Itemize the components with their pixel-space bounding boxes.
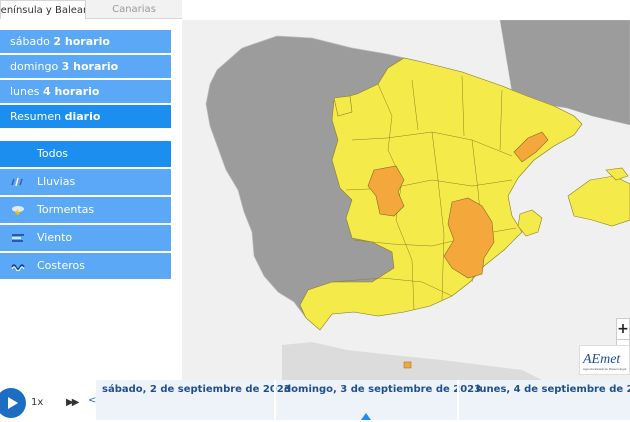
warnings-map[interactable]: + − xyxy=(182,20,630,380)
date-separator xyxy=(274,380,276,420)
day-label-bold: 2 horario xyxy=(53,35,110,48)
play-button[interactable] xyxy=(0,388,26,418)
day-item-monday[interactable]: lunes 4 horario xyxy=(0,80,171,103)
category-lluvias[interactable]: Lluvias xyxy=(0,169,171,195)
day-label: lunes xyxy=(10,85,40,98)
day-label: Resumen xyxy=(10,110,62,123)
day-item-saturday[interactable]: sábado 2 horario xyxy=(0,30,171,53)
category-viento[interactable]: Viento xyxy=(0,225,171,251)
day-label-bold: 3 horario xyxy=(61,60,119,73)
timeline-date-sunday[interactable]: domingo, 3 de septiembre de 2023 xyxy=(284,384,481,395)
fast-forward-icon[interactable]: ▶▶ xyxy=(66,397,79,408)
storm-icon xyxy=(12,206,24,215)
timeline-current-marker xyxy=(361,413,371,420)
tab-canarias[interactable]: Canarias xyxy=(86,0,182,19)
day-label: domingo xyxy=(10,60,59,73)
rain-icon xyxy=(11,177,23,187)
day-label-bold: 4 horario xyxy=(43,85,100,98)
aemet-logo: AEmet Agencia Estatal de Meteorología xyxy=(579,345,630,375)
play-icon xyxy=(8,397,18,409)
aemet-logo-mark: AEmet Agencia Estatal de Meteorología xyxy=(582,352,627,371)
svg-text:Agencia Estatal de Meteorologí: Agencia Estatal de Meteorología xyxy=(583,367,627,371)
zoom-in-button[interactable]: + xyxy=(617,319,629,340)
day-item-summary[interactable]: Resumen diario xyxy=(0,105,171,128)
day-label-bold: diario xyxy=(64,110,101,123)
africa-land xyxy=(282,342,542,380)
svg-text:AEmet: AEmet xyxy=(582,352,621,367)
category-label: Costeros xyxy=(37,259,85,272)
date-separator xyxy=(457,380,459,420)
category-label: Todos xyxy=(37,147,69,160)
tab-peninsula-baleares[interactable]: Península y Baleares xyxy=(0,0,86,19)
day-item-sunday[interactable]: domingo 3 horario xyxy=(0,55,171,78)
category-tormentas[interactable]: Tormentas xyxy=(0,197,171,223)
spain-map xyxy=(205,20,630,380)
speed-selector[interactable]: 1x xyxy=(31,397,43,408)
category-costeros[interactable]: Costeros xyxy=(0,253,171,279)
region-tabs: Península y Baleares Canarias xyxy=(0,0,182,19)
melilla-warning xyxy=(403,361,412,369)
mallorca-island xyxy=(567,175,630,227)
wind-icon xyxy=(12,234,24,242)
timeline-date-saturday[interactable]: sábado, 2 de septiembre de 2023 xyxy=(102,384,291,395)
timeline-date-monday[interactable]: lunes, 4 de septiembre de 2023 xyxy=(476,384,630,395)
coastal-icon xyxy=(11,264,25,271)
category-label: Tormentas xyxy=(37,203,95,216)
category-label: Viento xyxy=(37,231,73,244)
category-label: Lluvias xyxy=(37,175,76,188)
day-label: sábado xyxy=(10,35,50,48)
category-todos[interactable]: Todos xyxy=(0,141,171,167)
